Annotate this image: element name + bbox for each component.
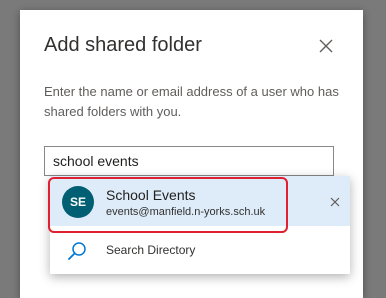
suggestion-email: events@manfield.n-yorks.sch.uk (106, 206, 266, 218)
search-directory-option[interactable]: Search Directory (50, 226, 350, 274)
suggestion-school-events[interactable]: SE School Events events@manfield.n-yorks… (50, 176, 350, 226)
remove-suggestion-close-icon[interactable] (328, 195, 342, 209)
dialog-description: Enter the name or email address of a use… (44, 84, 339, 119)
suggestion-name: School Events (106, 187, 196, 203)
user-search-input[interactable] (44, 146, 334, 176)
search-directory-label: Search Directory (106, 243, 196, 257)
close-icon[interactable] (316, 36, 336, 56)
search-icon (66, 240, 88, 262)
suggestions-dropdown: SE School Events events@manfield.n-yorks… (50, 176, 350, 274)
dialog-title: Add shared folder (44, 34, 202, 56)
avatar: SE (62, 186, 94, 218)
